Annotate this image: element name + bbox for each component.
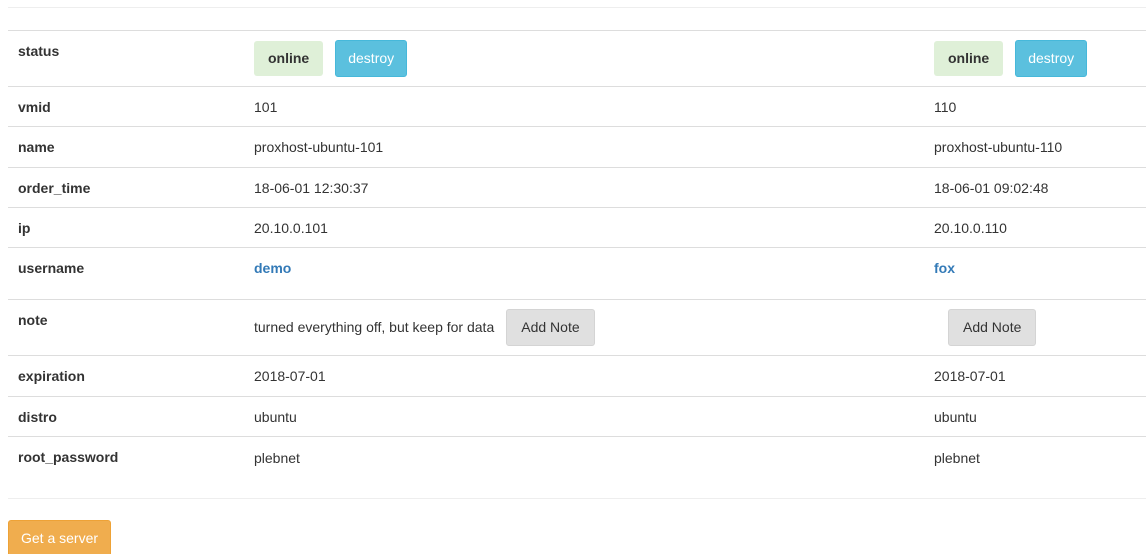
row-label-status: status — [8, 30, 244, 87]
table-row: status online destroy online destroy — [8, 30, 1146, 87]
server-2-destroy-button[interactable]: destroy — [1015, 40, 1088, 77]
server-1-destroy-button[interactable]: destroy — [335, 40, 408, 77]
server-1-ip: 20.10.0.101 — [244, 207, 924, 248]
table-row: order_time 18-06-01 12:30:37 18-06-01 09… — [8, 167, 1146, 208]
server-2-expiration: 2018-07-01 — [924, 355, 1146, 397]
server-1-username-link[interactable]: demo — [254, 260, 291, 276]
table-row: distro ubuntu ubuntu — [8, 396, 1146, 437]
row-label-note: note — [8, 299, 244, 356]
server-2-vmid: 110 — [924, 86, 1146, 127]
server-2-distro: ubuntu — [924, 396, 1146, 437]
table-row: note turned everything off, but keep for… — [8, 299, 1146, 356]
server-2-root-password: plebnet — [924, 436, 1146, 479]
page: status online destroy online destroy vmid … — [0, 0, 1146, 554]
server-1-order-time: 18-06-01 12:30:37 — [244, 167, 924, 208]
server-1-status-badge: online — [254, 41, 324, 76]
row-label-expiration: expiration — [8, 355, 244, 397]
server-2-name: proxhost-ubuntu-110 — [924, 126, 1146, 168]
row-label-ip: ip — [8, 207, 244, 248]
server-2-ip: 20.10.0.110 — [924, 207, 1146, 248]
server-1-vmid: 101 — [244, 86, 924, 127]
server-2-note-cell: Add Note — [924, 299, 1146, 356]
row-label-vmid: vmid — [8, 86, 244, 127]
server-1-note-cell: turned everything off, but keep for data… — [244, 299, 924, 356]
server-2-order-time: 18-06-01 09:02:48 — [924, 167, 1146, 208]
server-2-username-cell: fox — [924, 247, 1146, 300]
server-1-username-cell: demo — [244, 247, 924, 300]
table-row: vmid 101 110 — [8, 86, 1146, 127]
table-row: ip 20.10.0.101 20.10.0.110 — [8, 207, 1146, 248]
server-1-add-note-button[interactable]: Add Note — [506, 309, 595, 346]
servers-table: status online destroy online destroy vmid … — [8, 30, 1146, 479]
server-1-name: proxhost-ubuntu-101 — [244, 126, 924, 168]
server-1-status-cell: online destroy — [244, 30, 924, 87]
server-2-status-cell: online destroy — [924, 30, 1146, 87]
server-2-add-note-button[interactable]: Add Note — [948, 309, 1037, 346]
table-row: root_password plebnet plebnet — [8, 436, 1146, 479]
server-2-status-badge: online — [934, 41, 1004, 76]
row-label-distro: distro — [8, 396, 244, 437]
table-row: name proxhost-ubuntu-101 proxhost-ubuntu… — [8, 126, 1146, 168]
top-divider — [8, 7, 1146, 8]
bottom-divider — [8, 498, 1146, 499]
server-1-note-text: turned everything off, but keep for data — [254, 319, 495, 335]
server-1-distro: ubuntu — [244, 396, 924, 437]
table-row: expiration 2018-07-01 2018-07-01 — [8, 355, 1146, 397]
get-a-server-button[interactable]: Get a server — [8, 520, 112, 554]
row-label-name: name — [8, 126, 244, 168]
row-label-username: username — [8, 247, 244, 300]
table-row: username demo fox — [8, 247, 1146, 300]
row-label-order-time: order_time — [8, 167, 244, 208]
server-1-expiration: 2018-07-01 — [244, 355, 924, 397]
server-2-username-link[interactable]: fox — [934, 260, 955, 276]
row-label-root-password: root_password — [8, 436, 244, 479]
server-1-root-password: plebnet — [244, 436, 924, 479]
